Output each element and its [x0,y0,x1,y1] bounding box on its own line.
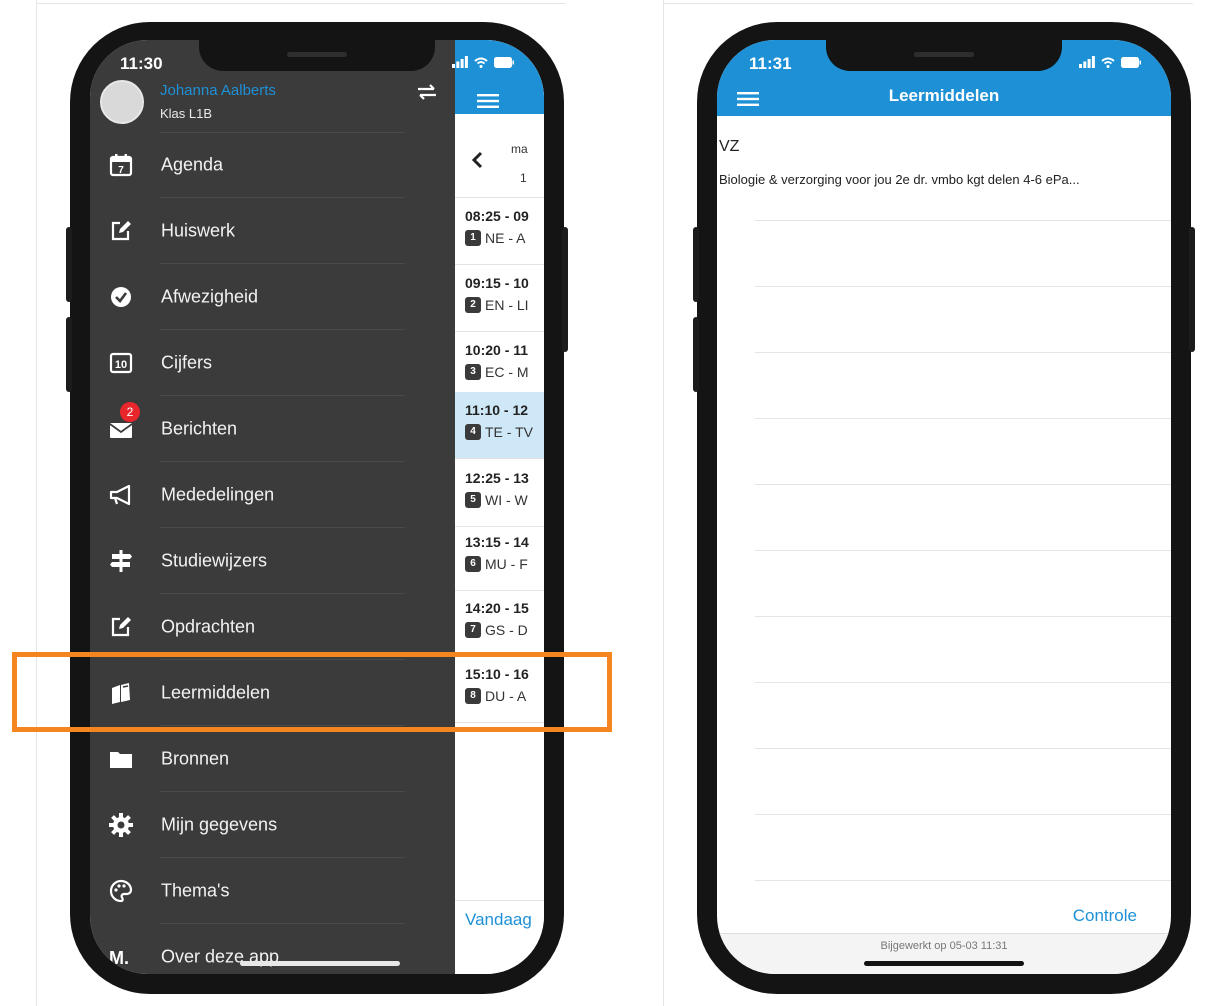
notch [826,40,1062,71]
signpost-icon [108,548,134,574]
status-time: 11:31 [749,54,792,73]
navigation-drawer: 11:30 Johanna Aalberts Klas L1B 7 Agenda… [90,40,455,974]
chevron-left-icon[interactable] [471,151,483,174]
svg-text:10: 10 [115,359,127,371]
menu-item-over-deze-app[interactable]: M. Over deze app [90,924,455,974]
left-screen: ma 1 08:25 - 09 1 NE - A 09:15 - 10 2 EN -… [90,40,544,974]
agenda-view: ma 1 08:25 - 09 1 NE - A 09:15 - 10 2 EN -… [455,40,544,974]
wifi-icon [1101,57,1115,68]
check-circle-icon [108,284,134,310]
battery-icon [1121,56,1141,68]
agenda-slot[interactable]: 13:15 - 14 6 MU - F [455,524,544,591]
today-button[interactable]: Vandaag [465,910,532,930]
day-number: 1 [520,171,527,185]
right-panel-border [663,3,1193,4]
menu-item-huiswerk[interactable]: Huiswerk [90,198,455,264]
unread-badge: 2 [120,402,140,422]
palette-icon [108,878,134,904]
signal-icon [1079,56,1095,68]
updated-text: Bijgewerkt op 05-03 11:31 [880,940,1008,952]
menu-item-agenda[interactable]: 7 Agenda [90,132,455,198]
edit-icon [108,218,134,244]
status-time: 11:30 [120,54,163,73]
avatar[interactable] [100,80,144,124]
menu-item-mijn-gegevens[interactable]: Mijn gegevens [90,792,455,858]
status-icons [1079,56,1141,68]
menu-item-cijfers[interactable]: 10 Cijfers [90,330,455,396]
menu-item-bronnen[interactable]: Bronnen [90,726,455,792]
user-class: Klas L1B [160,106,213,121]
right-screen: 11:31 Leermiddelen VZ Biologie & verzorg… [717,40,1171,974]
footer-bar: Bijgewerkt op 05-03 11:31 [717,933,1171,974]
home-indicator [240,961,400,966]
day-label: ma [511,142,528,156]
right-phone: 11:31 Leermiddelen VZ Biologie & verzorg… [693,22,1195,994]
menu-item-studiewijzers[interactable]: Studiewijzers [90,528,455,594]
left-phone: ma 1 08:25 - 09 1 NE - A 09:15 - 10 2 EN -… [66,22,568,994]
menu-item-berichten[interactable]: 2 Berichten [90,396,455,462]
home-indicator [864,961,1024,966]
item-description: Biologie & verzorging voor jou 2e dr. vm… [719,172,1080,187]
wifi-icon [474,57,488,68]
right-panel-border [663,0,664,1006]
signal-icon [452,56,468,68]
agenda-header [455,40,544,114]
item-code: VZ [719,138,740,155]
folder-icon [108,746,134,772]
edit-icon [108,614,134,640]
svg-text:M.: M. [109,948,129,968]
page-title: Leermiddelen [888,86,1000,105]
menu-item-themas[interactable]: Thema's [90,858,455,924]
magister-logo-icon: M. [108,944,134,970]
gear-icon [108,812,134,838]
agenda-slot[interactable]: 09:15 - 10 2 EN - LI [455,265,544,332]
notch [199,40,435,71]
svg-text:7: 7 [118,165,124,176]
agenda-slot[interactable]: 14:20 - 15 7 GS - D [455,590,544,657]
agenda-slot[interactable]: 10:20 - 11 3 EC - M [455,332,544,399]
agenda-slot[interactable]: 08:25 - 09 1 NE - A [455,198,544,265]
list-item[interactable]: VZ Biologie & verzorging voor jou 2e dr.… [717,116,1171,220]
status-icons [452,56,514,68]
menu-item-mededelingen[interactable]: Mededelingen [90,462,455,528]
calendar-icon: 7 [108,152,134,178]
check-button[interactable]: Controle [1073,906,1137,926]
switch-account-icon[interactable] [416,84,438,105]
left-panel-border [36,0,37,1006]
menu-item-opdrachten[interactable]: Opdrachten [90,594,455,660]
user-name: Johanna Aalberts [160,82,276,99]
megaphone-icon [108,482,134,508]
hamburger-icon[interactable] [477,94,499,113]
left-panel-border [36,3,566,4]
agenda-slot[interactable]: 12:25 - 13 5 WI - W [455,460,544,527]
highlight-leermiddelen [12,652,612,732]
battery-icon [494,56,514,68]
grade-10-icon: 10 [108,350,134,376]
menu-item-afwezigheid[interactable]: Afwezigheid [90,264,455,330]
agenda-slot-current[interactable]: 11:10 - 12 4 TE - TV [455,392,544,459]
